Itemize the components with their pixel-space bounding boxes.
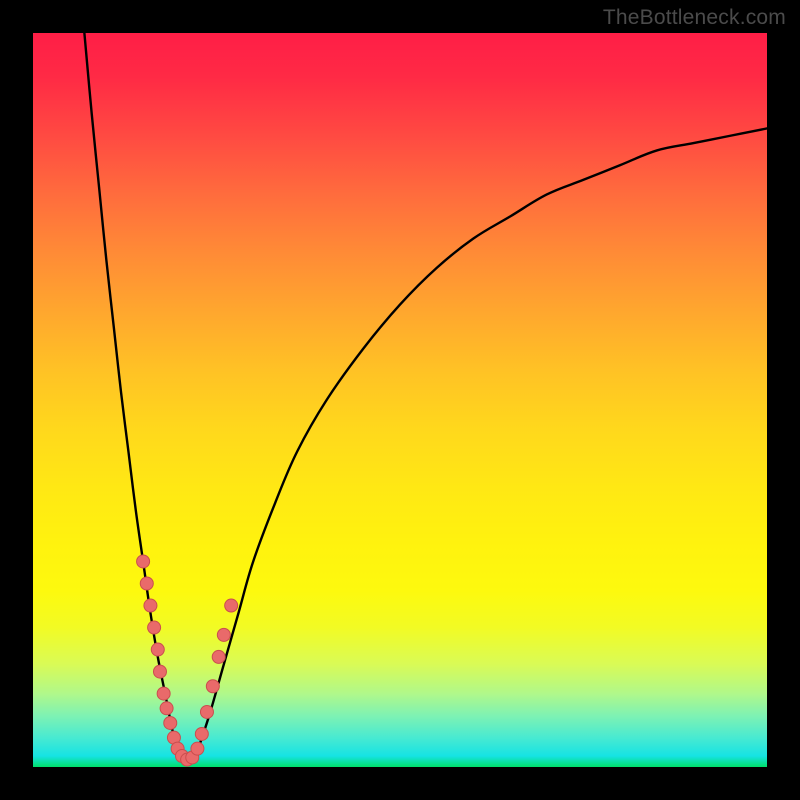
chart-svg <box>33 33 767 767</box>
data-dot <box>225 599 238 612</box>
data-dot <box>148 621 161 634</box>
data-dot <box>206 680 219 693</box>
data-dot <box>151 643 164 656</box>
data-dot <box>137 555 150 568</box>
curve-right-branch <box>194 128 767 759</box>
data-dot <box>153 665 166 678</box>
data-dot <box>200 705 213 718</box>
data-dot <box>157 687 170 700</box>
data-dot <box>140 577 153 590</box>
data-dot <box>212 650 225 663</box>
data-dot <box>160 702 173 715</box>
data-dots <box>137 555 238 766</box>
data-dot <box>191 742 204 755</box>
curve-left-branch <box>84 33 179 760</box>
data-dot <box>164 716 177 729</box>
plot-area <box>33 33 767 767</box>
data-dot <box>144 599 157 612</box>
watermark-text: TheBottleneck.com <box>603 6 786 30</box>
data-dot <box>217 628 230 641</box>
chart-frame: TheBottleneck.com <box>0 0 800 800</box>
data-dot <box>195 727 208 740</box>
